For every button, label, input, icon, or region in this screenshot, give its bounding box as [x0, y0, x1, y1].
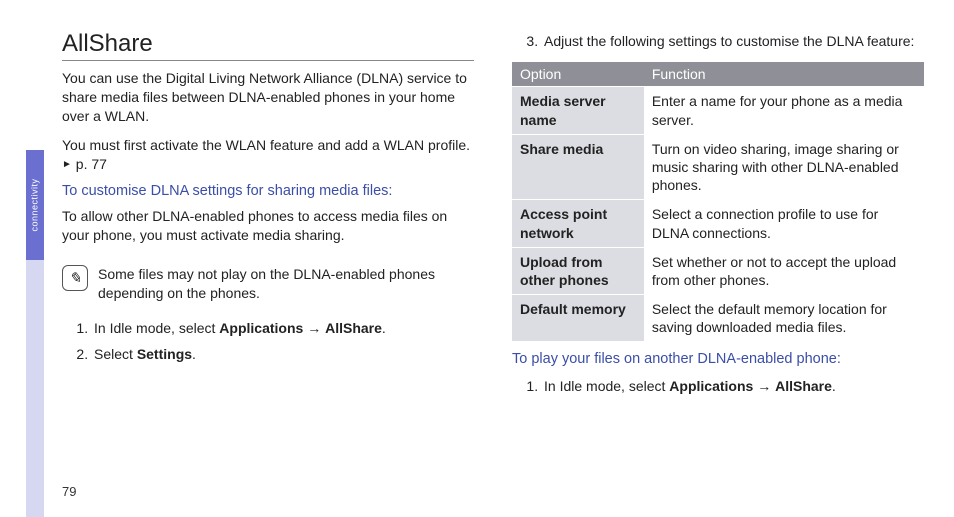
side-gap-top	[26, 0, 44, 150]
settings-label: Settings	[137, 346, 192, 362]
p2-text-a: You must first activate the WLAN feature…	[62, 137, 470, 153]
para-media-sharing: To allow other DLNA-enabled phones to ac…	[62, 207, 474, 245]
fn-cell: Set whether or not to accept the upload …	[644, 247, 924, 294]
section-heading: AllShare	[62, 30, 474, 58]
heading-underline	[62, 60, 474, 61]
note-text: Some files may not play on the DLNA-enab…	[98, 265, 474, 303]
side-accent: connectivity	[26, 150, 44, 260]
steps-list-right-top: Adjust the following settings to customi…	[512, 30, 924, 56]
left-column: AllShare You can use the Digital Living …	[62, 30, 474, 497]
opt-cell: Media server name	[512, 87, 644, 134]
page-number: 79	[62, 484, 76, 499]
step1-text-e: .	[382, 320, 386, 336]
step1b-text-a: In Idle mode, select	[544, 378, 669, 394]
table-row: Media server name Enter a name for your …	[512, 87, 924, 134]
side-gap-bottom	[26, 260, 44, 517]
note-box: ✎ Some files may not play on the DLNA-en…	[62, 265, 474, 303]
options-table: Option Function Media server name Enter …	[512, 62, 924, 341]
table-row: Access point network Select a connection…	[512, 200, 924, 247]
table-row: Default memory Select the default memory…	[512, 295, 924, 342]
step2-text-a: Select	[94, 346, 137, 362]
side-tab: connectivity	[26, 0, 44, 517]
opt-cell: Upload from other phones	[512, 247, 644, 294]
allshare-label-2: AllShare	[775, 378, 832, 394]
step-3: Adjust the following settings to customi…	[542, 30, 924, 52]
steps-list-left: In Idle mode, select Applications → AllS…	[62, 317, 474, 370]
arrow-icon: →	[303, 320, 325, 336]
step1b-text-e: .	[832, 378, 836, 394]
fn-cell: Enter a name for your phone as a media s…	[644, 87, 924, 134]
fn-cell: Turn on video sharing, image sharing or …	[644, 134, 924, 200]
page-content: AllShare You can use the Digital Living …	[62, 30, 924, 497]
step2-text-c: .	[192, 346, 196, 362]
step-2: Select Settings.	[92, 343, 474, 365]
table-row: Upload from other phones Set whether or …	[512, 247, 924, 294]
fn-cell: Select the default memory location for s…	[644, 295, 924, 342]
opt-cell: Share media	[512, 134, 644, 200]
arrow-icon-2: →	[753, 378, 775, 394]
right-column: Adjust the following settings to customi…	[512, 30, 924, 497]
note-icon: ✎	[62, 265, 88, 291]
step1-text-a: In Idle mode, select	[94, 320, 219, 336]
fn-cell: Select a connection profile to use for D…	[644, 200, 924, 247]
intro-para-1: You can use the Digital Living Network A…	[62, 69, 474, 126]
allshare-label: AllShare	[325, 320, 382, 336]
opt-cell: Access point network	[512, 200, 644, 247]
opt-cell: Default memory	[512, 295, 644, 342]
applications-label: Applications	[219, 320, 303, 336]
subheading-customise: To customise DLNA settings for sharing m…	[62, 183, 474, 199]
subheading-play: To play your files on another DLNA-enabl…	[512, 351, 924, 367]
reference-arrow-icon: ►	[62, 158, 72, 172]
table-header-row: Option Function	[512, 62, 924, 87]
side-label: connectivity	[30, 178, 40, 231]
table-row: Share media Turn on video sharing, image…	[512, 134, 924, 200]
steps-list-right-bottom: In Idle mode, select Applications → AllS…	[512, 375, 924, 401]
applications-label-2: Applications	[669, 378, 753, 394]
step-1: In Idle mode, select Applications → AllS…	[92, 317, 474, 339]
th-option: Option	[512, 62, 644, 87]
th-function: Function	[644, 62, 924, 87]
step-1-play: In Idle mode, select Applications → AllS…	[542, 375, 924, 397]
p2-text-b: p. 77	[72, 156, 107, 172]
intro-para-2: You must first activate the WLAN feature…	[62, 136, 474, 174]
